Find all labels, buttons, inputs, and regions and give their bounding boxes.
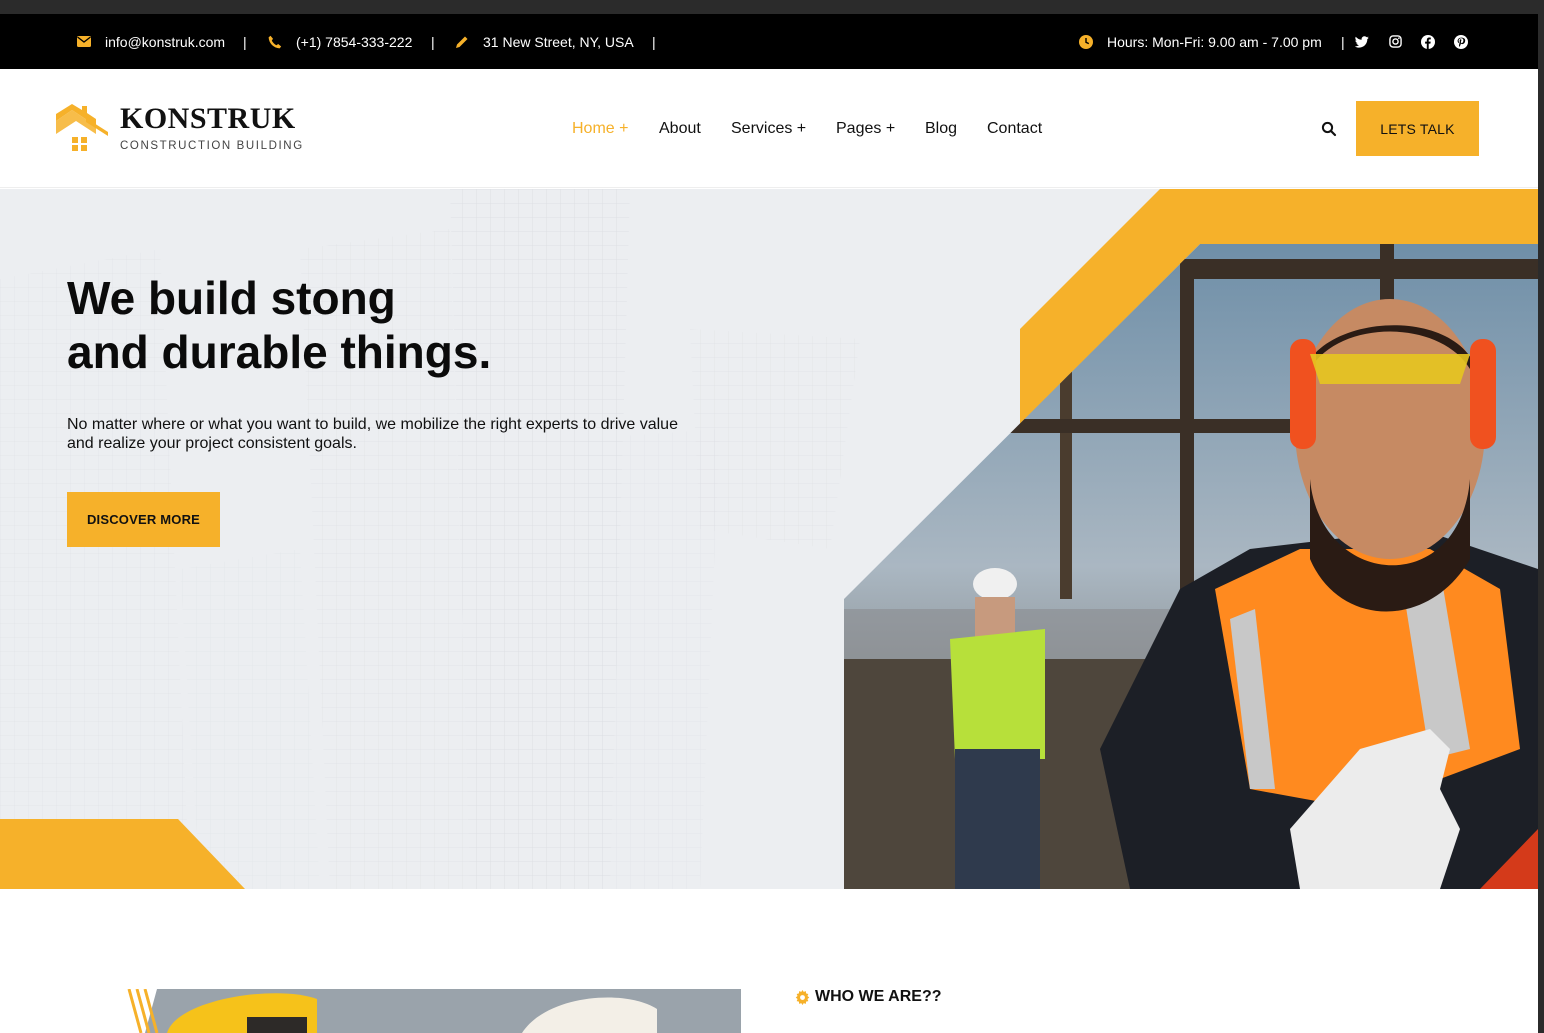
social-links [1355, 14, 1468, 69]
nav-contact[interactable]: Contact [987, 120, 1042, 138]
pinterest-icon[interactable] [1454, 34, 1468, 49]
clock-icon [1079, 34, 1093, 49]
topbar-separator: | [1341, 33, 1345, 50]
nav-about[interactable]: About [659, 120, 701, 138]
hero-title-line2: and durable things. [67, 326, 492, 378]
hero-section: We build stong and durable things. No ma… [0, 189, 1538, 889]
hero-title-line1: We build stong [67, 272, 396, 324]
nav-blog[interactable]: Blog [925, 120, 957, 138]
instagram-icon[interactable] [1388, 35, 1402, 49]
nav-services[interactable]: Services + [731, 120, 806, 138]
envelope-icon [77, 36, 91, 47]
hero-description: No matter where or what you want to buil… [67, 416, 678, 452]
gear-icon [795, 989, 810, 1005]
discover-more-button[interactable]: DISCOVER MORE [67, 492, 220, 547]
phone-icon [268, 35, 282, 49]
logo-text: KONSTRUK CONSTRUCTION BUILDING [120, 102, 304, 153]
pencil-icon [455, 35, 469, 49]
topbar-phone-text[interactable]: (+1) 7854-333-222 [296, 34, 412, 50]
twitter-icon[interactable] [1355, 35, 1369, 49]
topbar-separator: | [243, 33, 247, 50]
lets-talk-button[interactable]: LETS TALK [1356, 101, 1479, 156]
logo-name: KONSTRUK [120, 102, 296, 135]
topbar-phone[interactable]: (+1) 7854-333-222 [268, 14, 412, 69]
brand-logo[interactable]: KONSTRUK CONSTRUCTION BUILDING [56, 104, 304, 152]
about-photo [127, 989, 741, 1033]
topbar-separator: | [652, 33, 656, 50]
window-edge [1538, 14, 1544, 1033]
top-info-bar: info@konstruk.com | (+1) 7854-333-222 | … [0, 14, 1538, 69]
facebook-icon[interactable] [1421, 34, 1435, 49]
topbar-email[interactable]: info@konstruk.com [77, 14, 225, 69]
who-we-are-text: WHO WE ARE?? [815, 988, 942, 1005]
topbar-email-text[interactable]: info@konstruk.com [105, 34, 225, 50]
nav-home[interactable]: Home + [572, 120, 628, 138]
browser-chrome-strip [0, 0, 1544, 14]
search-icon[interactable] [1321, 121, 1337, 137]
house-logo-icon [56, 104, 108, 151]
topbar-address: 31 New Street, NY, USA [455, 14, 634, 69]
topbar-address-text: 31 New Street, NY, USA [483, 33, 634, 50]
site-header: KONSTRUK CONSTRUCTION BUILDING Home + Ab… [0, 69, 1538, 188]
topbar-separator: | [431, 33, 435, 50]
nav-pages[interactable]: Pages + [836, 120, 895, 138]
topbar-hours-text: Hours: Mon-Fri: 9.00 am - 7.00 pm [1107, 33, 1322, 50]
logo-tagline: CONSTRUCTION BUILDING [120, 140, 304, 152]
who-we-are-label: WHO WE ARE?? [795, 988, 942, 1006]
topbar-hours: Hours: Mon-Fri: 9.00 am - 7.00 pm [1079, 14, 1322, 69]
hero-title: We build stong and durable things. [67, 271, 491, 379]
